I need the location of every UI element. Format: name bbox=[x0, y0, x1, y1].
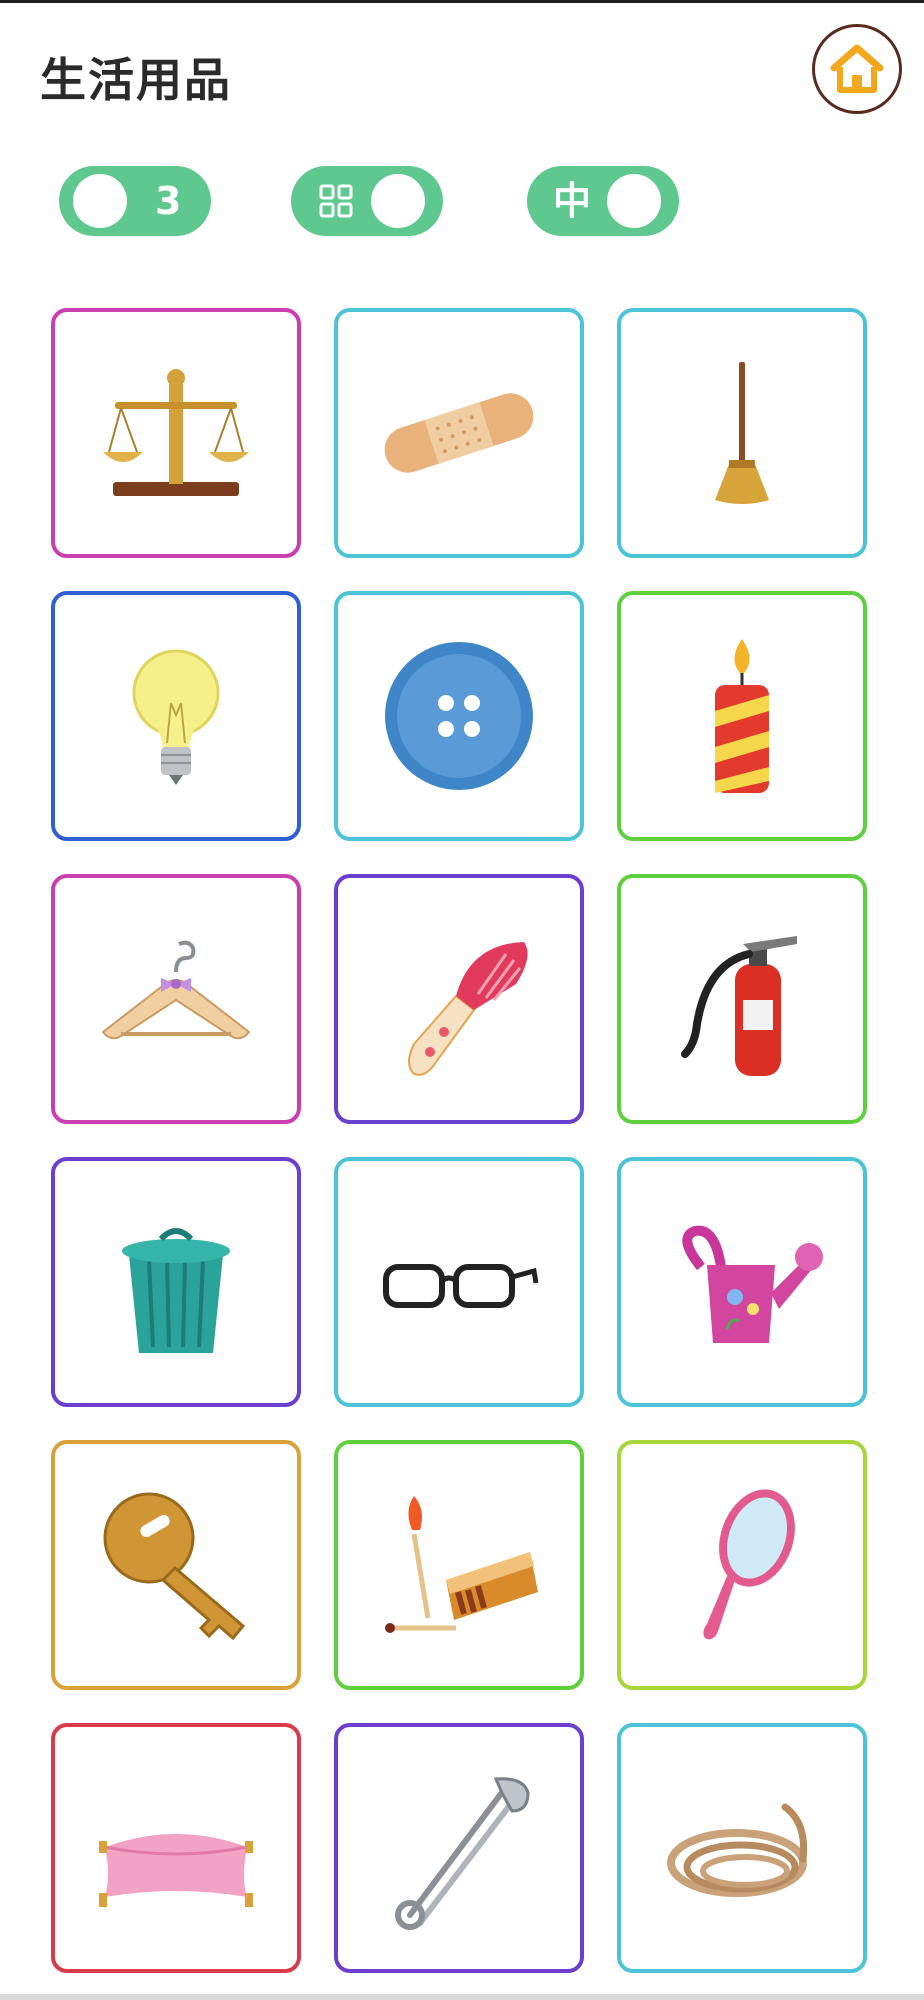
broom-icon bbox=[715, 362, 769, 504]
trash-can-icon bbox=[122, 1228, 230, 1353]
card-trash-can[interactable] bbox=[51, 1157, 301, 1407]
card-candle[interactable] bbox=[617, 591, 867, 841]
card-hand-mirror[interactable] bbox=[617, 1440, 867, 1690]
hanger-icon bbox=[101, 940, 251, 1040]
safety-pin-icon bbox=[395, 1777, 530, 1930]
balance-scale-icon bbox=[103, 369, 249, 496]
grid-icon bbox=[319, 184, 353, 218]
card-light-bulb[interactable] bbox=[51, 591, 301, 841]
size-toggle-label: 中 bbox=[553, 179, 592, 223]
card-key[interactable] bbox=[51, 1440, 301, 1690]
page-title: 生活用品 bbox=[40, 53, 232, 107]
hand-mirror-icon bbox=[703, 1489, 795, 1640]
bandage-icon bbox=[384, 393, 534, 473]
light-bulb-icon bbox=[132, 649, 220, 785]
home-button[interactable] bbox=[812, 24, 902, 114]
bottom-divider bbox=[0, 1994, 924, 2000]
comb-icon bbox=[408, 942, 528, 1076]
key-icon bbox=[103, 1492, 246, 1641]
card-matches[interactable] bbox=[334, 1440, 584, 1690]
card-bandage[interactable] bbox=[334, 308, 584, 558]
count-toggle[interactable]: 3 bbox=[59, 166, 211, 236]
item-grid bbox=[51, 308, 867, 1973]
card-comb[interactable] bbox=[334, 874, 584, 1124]
card-scale[interactable] bbox=[51, 308, 301, 558]
layout-toggle-knob bbox=[371, 174, 425, 228]
candle-icon bbox=[715, 639, 769, 793]
matches-icon bbox=[385, 1496, 538, 1633]
card-pillow[interactable] bbox=[51, 1723, 301, 1973]
rope-icon bbox=[667, 1803, 808, 1897]
top-divider bbox=[0, 0, 924, 3]
glasses-icon bbox=[383, 1264, 539, 1308]
card-hanger[interactable] bbox=[51, 874, 301, 1124]
count-toggle-label: 3 bbox=[155, 179, 182, 223]
layout-toggle[interactable] bbox=[291, 166, 443, 236]
size-toggle[interactable]: 中 bbox=[527, 166, 679, 236]
card-rope[interactable] bbox=[617, 1723, 867, 1973]
home-icon bbox=[830, 44, 884, 93]
card-broom[interactable] bbox=[617, 308, 867, 558]
button-icon bbox=[385, 642, 533, 790]
watering-can-icon bbox=[682, 1225, 823, 1343]
size-toggle-knob bbox=[607, 174, 661, 228]
card-safety-pin[interactable] bbox=[334, 1723, 584, 1973]
card-glasses[interactable] bbox=[334, 1157, 584, 1407]
card-fire-extinguisher[interactable] bbox=[617, 874, 867, 1124]
pillow-icon bbox=[99, 1834, 253, 1907]
card-watering-can[interactable] bbox=[617, 1157, 867, 1407]
count-toggle-knob bbox=[73, 174, 127, 228]
card-button[interactable] bbox=[334, 591, 584, 841]
fire-extinguisher-icon bbox=[681, 936, 797, 1076]
